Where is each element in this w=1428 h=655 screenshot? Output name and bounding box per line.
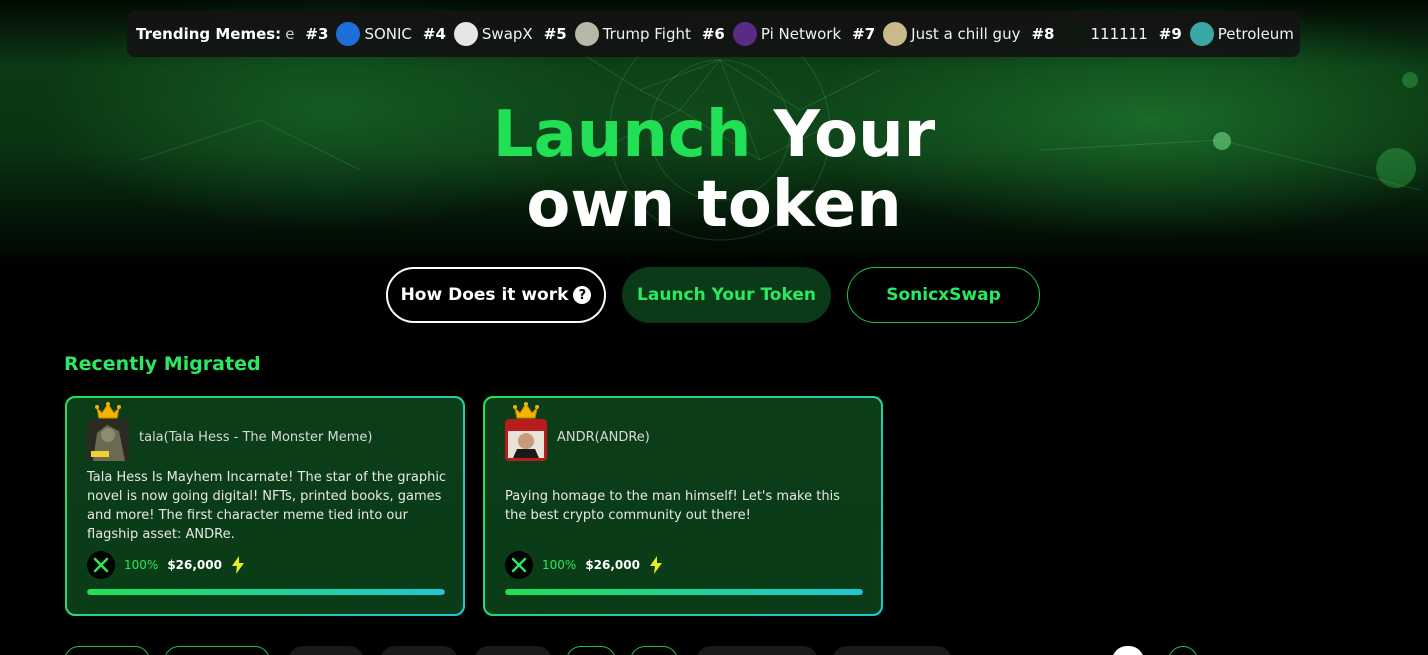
migrated-card[interactable]: tala(Tala Hess - The Monster Meme) Tala … xyxy=(65,396,465,616)
token-name: tala(Tala Hess - The Monster Meme) xyxy=(139,430,373,445)
trending-name: Petroleum xyxy=(1217,25,1294,43)
trending-name: Trump Fight xyxy=(602,25,691,43)
sonic-icon xyxy=(336,22,361,46)
filter-pill[interactable] xyxy=(696,646,818,655)
headline-launch: Launch xyxy=(492,98,752,172)
token-description: Paying homage to the man himself! Let's … xyxy=(505,489,840,523)
swapx-chain-icon xyxy=(87,551,115,579)
trending-rank: #8 xyxy=(1031,25,1055,43)
bonding-percent: 100% xyxy=(124,558,159,572)
progress-fill xyxy=(87,589,445,595)
launch-token-button[interactable]: Launch Your Token xyxy=(622,267,831,323)
lightning-icon xyxy=(231,556,244,574)
crown-icon xyxy=(513,402,539,419)
filter-pill[interactable] xyxy=(630,646,678,655)
trending-name: Pi Network xyxy=(760,25,842,43)
111111-icon xyxy=(1062,22,1087,46)
token-description: Tala Hess Is Mayhem Incarnate! The star … xyxy=(87,470,447,542)
pi-network-icon xyxy=(732,22,757,46)
hero-actions: How Does it work ? Launch Your Token Son… xyxy=(0,267,1428,323)
trending-label: Trending Memes: xyxy=(136,25,282,43)
headline-own-token: own token xyxy=(526,168,902,242)
chill-guy-icon xyxy=(883,22,908,46)
swapx-icon xyxy=(453,22,478,46)
trending-name: SwapX xyxy=(481,25,533,43)
filter-pill[interactable] xyxy=(566,646,616,655)
trending-item[interactable]: #5 Trump Fight xyxy=(544,22,691,46)
trending-name: Just a chill guy xyxy=(911,25,1021,43)
swapx-chain-icon xyxy=(505,551,533,579)
filter-pill[interactable] xyxy=(380,646,458,655)
token-avatar xyxy=(505,419,547,461)
filter-pill[interactable] xyxy=(288,646,364,655)
petroleum-icon xyxy=(1189,22,1214,46)
trending-name: 111111 xyxy=(1090,25,1148,43)
trending-item[interactable]: #7 Just a chill guy xyxy=(852,22,1020,46)
filter-pill[interactable] xyxy=(64,646,150,655)
token-avatar xyxy=(87,419,129,461)
market-cap: $26,000 xyxy=(585,558,640,572)
question-icon: ? xyxy=(573,286,592,304)
trending-rank: #5 xyxy=(543,25,567,43)
trending-memes-bar: Trending Memes: e #3 SONIC #4 SwapX #5 Trump … xyxy=(127,11,1300,57)
filter-pill[interactable] xyxy=(832,646,952,655)
token-stats: 100% $26,000 xyxy=(87,551,245,579)
progress-fill xyxy=(505,589,863,595)
trending-item[interactable]: #3 SONIC xyxy=(305,22,412,46)
trending-name: SONIC xyxy=(364,25,412,43)
token-name: ANDR(ANDRe) xyxy=(557,430,650,445)
token-stats: 100% $26,000 xyxy=(505,551,663,579)
trending-scroll-fragment: e xyxy=(285,25,295,43)
crown-icon xyxy=(95,402,121,419)
how-it-works-label: How Does it work xyxy=(400,285,569,305)
grid-view-button[interactable] xyxy=(1168,646,1198,655)
trending-item[interactable]: #6 Pi Network xyxy=(702,22,841,46)
hero-headline: Launch Your own token xyxy=(0,100,1428,240)
trending-item[interactable]: #8 111111 xyxy=(1031,22,1148,46)
bonding-progress-bar xyxy=(87,589,445,595)
toggle-switch[interactable] xyxy=(1112,646,1144,655)
trending-rank: #4 xyxy=(422,25,446,43)
trending-rank: #6 xyxy=(701,25,725,43)
trending-item[interactable]: #9 Petroleum xyxy=(1159,22,1294,46)
how-it-works-button[interactable]: How Does it work ? xyxy=(386,267,606,323)
trending-rank: #3 xyxy=(305,25,329,43)
headline-your: Your xyxy=(773,98,936,172)
recently-migrated-title: Recently Migrated xyxy=(64,353,261,375)
bonding-progress-bar xyxy=(505,589,863,595)
lightning-icon xyxy=(649,556,662,574)
migrated-card[interactable]: ANDR(ANDRe) Paying homage to the man him… xyxy=(483,396,883,616)
filter-pill[interactable] xyxy=(474,646,552,655)
bonding-percent: 100% xyxy=(542,558,577,572)
trending-list: #3 SONIC #4 SwapX #5 Trump Fight #6 Pi Network #… xyxy=(294,22,1300,46)
trump-fight-icon xyxy=(574,22,599,46)
market-cap: $26,000 xyxy=(167,558,222,572)
trending-item[interactable]: #4 SwapX xyxy=(423,22,533,46)
sonicxswap-button[interactable]: SonicxSwap xyxy=(847,267,1040,323)
trending-rank: #9 xyxy=(1158,25,1182,43)
trending-rank: #7 xyxy=(852,25,876,43)
filter-pill[interactable] xyxy=(164,646,270,655)
